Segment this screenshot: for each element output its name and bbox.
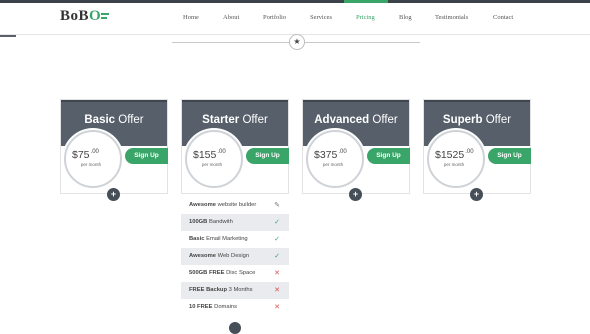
nav-active-indicator (344, 0, 388, 3)
nav-blog[interactable]: Blog (399, 14, 412, 21)
pricing-card-basic: Basic Offer $75.00 per month Sign Up + (60, 99, 168, 201)
feature-list: Awesome website builder ✎ 100GB Bandwith ✓… (181, 197, 289, 316)
feature-item: 500GB FREE Disc Space ✕ (181, 265, 289, 282)
price-period: per month (201, 162, 223, 167)
price: $155.00 (193, 149, 226, 161)
check-icon: ✓ (274, 219, 280, 226)
card-title: Superb Offer (442, 114, 512, 126)
nav-services[interactable]: Services (310, 14, 332, 21)
top-bar (0, 0, 590, 3)
card-title: Starter Offer (202, 114, 268, 126)
nav-portfolio[interactable]: Portfolio (263, 14, 286, 21)
feature-item: Awesome website builder ✎ (181, 197, 289, 214)
collapse-icon[interactable] (229, 322, 241, 334)
feature-item: Awesome Web Design ✓ (181, 248, 289, 265)
price-circle: $155.00 per month (185, 130, 243, 188)
pricing-card-advanced: Advanced Offer $375.00 per month Sign Up… (302, 99, 410, 201)
nav-testimonials[interactable]: Testimonials (435, 14, 468, 21)
card-title: Basic Offer (84, 114, 144, 126)
nav-contact[interactable]: Contact (493, 14, 513, 21)
pencil-icon: ✎ (274, 202, 280, 209)
signup-button[interactable]: Sign Up (488, 148, 531, 164)
feature-item: FREE Backup 3 Months ✕ (181, 282, 289, 299)
price-circle: $75.00 per month (64, 130, 122, 188)
check-icon: ✓ (274, 236, 280, 243)
nav-home[interactable]: Home (183, 14, 199, 21)
nav-pricing[interactable]: Pricing (356, 14, 375, 21)
star-icon: ★ (289, 34, 305, 50)
expand-plus-icon[interactable]: + (107, 188, 120, 201)
price: $75.00 (72, 149, 99, 161)
nav-about[interactable]: About (223, 14, 239, 21)
price: $1525.00 (435, 149, 474, 161)
feature-item: 100GB Bandwith ✓ (181, 214, 289, 231)
signup-button[interactable]: Sign Up (367, 148, 410, 164)
main-nav: Home About Portfolio Services Pricing Bl… (0, 14, 590, 24)
signup-button[interactable]: Sign Up (125, 148, 168, 164)
pricing-card-superb: Superb Offer $1525.00 per month Sign Up … (423, 99, 531, 201)
pricing-card-starter: Starter Offer $155.00 per month Sign Up (181, 99, 289, 194)
feature-item: 10 FREE Domains ✕ (181, 299, 289, 316)
cross-icon: ✕ (274, 287, 280, 294)
price-circle: $1525.00 per month (427, 130, 485, 188)
side-tab[interactable] (0, 35, 16, 37)
price-period: per month (443, 162, 465, 167)
price: $375.00 (314, 149, 347, 161)
price-period: per month (322, 162, 344, 167)
expand-plus-icon[interactable]: + (349, 188, 362, 201)
cross-icon: ✕ (274, 270, 280, 277)
card-title: Advanced Offer (314, 114, 398, 126)
cross-icon: ✕ (274, 304, 280, 311)
feature-item: Basic Email Marketing ✓ (181, 231, 289, 248)
check-icon: ✓ (274, 253, 280, 260)
signup-button[interactable]: Sign Up (246, 148, 289, 164)
price-period: per month (80, 162, 102, 167)
expand-plus-icon[interactable]: + (470, 188, 483, 201)
price-circle: $375.00 per month (306, 130, 364, 188)
